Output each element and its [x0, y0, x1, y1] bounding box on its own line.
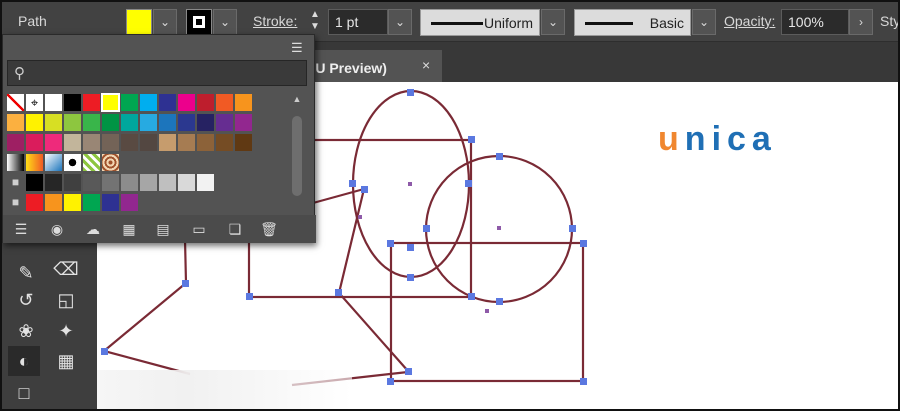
color-swatch[interactable]	[121, 94, 138, 111]
shape-builder-icon[interactable]: ◐	[8, 346, 40, 376]
color-swatch[interactable]	[178, 134, 195, 151]
color-swatch[interactable]	[64, 94, 81, 111]
color-swatch[interactable]	[102, 174, 119, 191]
panel-menu-icon[interactable]: ☰	[291, 40, 303, 56]
color-swatch[interactable]	[178, 114, 195, 131]
color-swatch[interactable]	[45, 194, 62, 211]
swatches-footer: ☰ ◉ ☁ ▦ ▤ ▭ ❏ 🗑	[3, 215, 316, 243]
color-swatch[interactable]	[197, 174, 214, 191]
color-swatch[interactable]	[121, 194, 138, 211]
color-swatch[interactable]	[159, 114, 176, 131]
color-swatch[interactable]	[121, 174, 138, 191]
color-swatch[interactable]	[45, 134, 62, 151]
artboard-icon[interactable]: □	[8, 378, 40, 408]
color-swatch[interactable]	[45, 114, 62, 131]
eraser-icon[interactable]: ⌫	[50, 254, 82, 284]
color-swatch[interactable]	[235, 94, 252, 111]
pin-icon[interactable]: ✦	[50, 316, 82, 346]
scroll-up-icon[interactable]: ▲	[290, 94, 304, 104]
color-swatch[interactable]	[26, 194, 43, 211]
color-group-folder-icon: ■	[7, 174, 24, 191]
puppet-warp-icon[interactable]: ❀	[10, 316, 42, 346]
color-group-icon[interactable]: ▤	[153, 219, 173, 239]
color-group-folder-icon: ■	[7, 194, 24, 211]
new-group-folder-icon[interactable]: ▭	[189, 219, 209, 239]
color-swatch[interactable]	[140, 114, 157, 131]
trash-icon[interactable]: 🗑	[259, 219, 279, 239]
pattern-floral-swatch[interactable]	[102, 154, 119, 171]
color-swatch[interactable]	[216, 94, 233, 111]
color-swatch[interactable]	[64, 134, 81, 151]
color-swatch[interactable]	[197, 134, 214, 151]
swatch-libraries-icon[interactable]: ☰	[11, 219, 31, 239]
color-swatch[interactable]	[159, 94, 176, 111]
color-swatch[interactable]	[83, 114, 100, 131]
search-icon: ⚲	[14, 65, 25, 82]
polyline-path	[101, 238, 191, 376]
color-swatch[interactable]	[64, 194, 81, 211]
color-swatch[interactable]	[45, 174, 62, 191]
color-swatch[interactable]	[26, 134, 43, 151]
color-swatch[interactable]	[64, 174, 81, 191]
color-swatch[interactable]	[45, 94, 62, 111]
registration-swatch[interactable]: ⌖	[26, 94, 43, 111]
swatches-panel: ☰ ⚲ ⌖■■ ▲ ▼ ☰ ◉ ☁ ▦ ▤ ▭ ❏ 🗑	[2, 34, 316, 243]
color-swatch[interactable]	[197, 114, 214, 131]
perspective-grid-icon[interactable]: ▦	[50, 346, 82, 376]
color-swatch[interactable]	[64, 114, 81, 131]
swatch-search-input[interactable]: ⚲	[7, 60, 307, 86]
color-swatch[interactable]	[26, 114, 43, 131]
illustrator-window: Path ⌄ ⌄ Stroke: ▲ ▼ 1 pt ⌄ Uniform ⌄ Bas…	[0, 0, 900, 411]
color-swatch[interactable]	[178, 174, 195, 191]
scroll-thumb[interactable]	[292, 116, 302, 196]
color-swatch[interactable]	[83, 194, 100, 211]
rotate-icon[interactable]: ↺	[10, 285, 42, 315]
scale-icon[interactable]: ◱	[50, 285, 82, 315]
color-swatch[interactable]	[102, 194, 119, 211]
show-kinds-icon[interactable]: ◉	[47, 219, 67, 239]
pattern-leaves-swatch[interactable]	[83, 154, 100, 171]
color-swatch[interactable]	[140, 174, 157, 191]
grad-white-black-swatch[interactable]	[7, 154, 24, 171]
polyline-path-2	[337, 188, 409, 372]
cloud-library-icon[interactable]: ☁	[83, 219, 103, 239]
color-swatch[interactable]	[140, 134, 157, 151]
color-swatch[interactable]	[102, 134, 119, 151]
width-tool-icon[interactable]: ✎	[10, 258, 42, 288]
color-swatch[interactable]	[83, 174, 100, 191]
color-swatch[interactable]	[159, 134, 176, 151]
pattern-dots-swatch[interactable]	[64, 154, 81, 171]
unica-logo: unica	[658, 120, 777, 158]
color-swatch[interactable]	[26, 174, 43, 191]
color-swatch[interactable]	[159, 174, 176, 191]
color-swatch[interactable]	[235, 134, 252, 151]
color-swatch[interactable]	[7, 134, 24, 151]
color-swatch[interactable]	[83, 94, 100, 111]
color-swatch[interactable]	[7, 114, 24, 131]
color-swatch[interactable]	[140, 94, 157, 111]
tools-panel: ✎ ⌫ ↺ ◱ ❀ ✦ ◐ ▦ □	[2, 238, 97, 409]
color-swatch[interactable]	[121, 134, 138, 151]
color-swatch[interactable]	[197, 94, 214, 111]
none-swatch[interactable]	[7, 94, 24, 111]
color-swatch[interactable]	[216, 114, 233, 131]
color-swatch[interactable]	[121, 114, 138, 131]
new-swatch-icon[interactable]: ❏	[225, 219, 245, 239]
color-swatch[interactable]	[216, 134, 233, 151]
color-swatch[interactable]	[83, 134, 100, 151]
color-swatch[interactable]	[102, 114, 119, 131]
grad-orange-swatch[interactable]	[26, 154, 43, 171]
swatch-options-icon[interactable]: ▦	[119, 219, 139, 239]
color-swatch[interactable]	[235, 114, 252, 131]
color-swatch[interactable]	[178, 94, 195, 111]
color-swatch[interactable]	[101, 93, 120, 112]
grad-blue-swatch[interactable]	[45, 154, 62, 171]
